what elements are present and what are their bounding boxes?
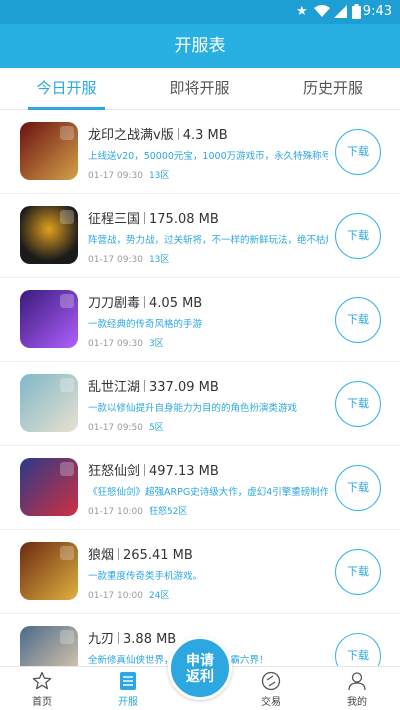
status-bar: ★ 9:43	[0, 0, 400, 24]
list-item[interactable]: 刀刀剧毒 4.05 MB 一款经典的传奇风格的手游 01-17 09:30 3区 下…	[0, 278, 400, 362]
game-description: 一款经典的传奇风格的手游	[88, 319, 203, 330]
game-icon	[20, 458, 78, 516]
nav-trade[interactable]: 交易	[241, 667, 301, 710]
tab-label: 即将开服	[169, 79, 230, 97]
battery-icon	[352, 4, 361, 19]
nav-home[interactable]: 首页	[12, 667, 72, 710]
nav-open-server[interactable]: 开服	[98, 667, 158, 710]
wifi-icon	[314, 5, 330, 17]
open-info: 01-17 09:30 3区	[88, 339, 164, 349]
status-time: 9:43	[362, 4, 392, 19]
nav-label: 开服	[118, 697, 138, 708]
nav-label: 我的	[347, 697, 367, 708]
game-list[interactable]: 龙印之战满v版 4.3 MB 上线送v20，50000元宝，1000万游戏币，永久…	[0, 110, 400, 666]
download-button[interactable]: 下载	[335, 129, 381, 175]
game-title: 征程三国 175.08 MB	[88, 212, 219, 227]
open-info: 01-17 09:30 13区	[88, 255, 170, 265]
game-description: 阵营战，势力战，过关斩将，不一样的新鲜玩法，绝不枯燥	[88, 235, 328, 246]
game-description: 一款以修仙提升自身能力为目的的角色扮演类游戏	[88, 403, 298, 414]
signal-icon	[334, 5, 347, 18]
game-title: 乱世江湖 337.09 MB	[88, 380, 219, 395]
star-outline-icon	[32, 671, 52, 690]
game-icon	[20, 374, 78, 432]
download-button[interactable]: 下载	[335, 633, 381, 666]
open-info: 01-17 10:00 24区	[88, 591, 170, 601]
nav-profile[interactable]: 我的	[327, 667, 387, 710]
tab-today[interactable]: 今日开服	[0, 68, 133, 110]
nav-label: 首页	[32, 697, 52, 708]
game-icon	[20, 626, 78, 666]
open-info: 01-17 09:50 5区	[88, 423, 164, 433]
tab-label: 今日开服	[36, 79, 97, 97]
game-title: 九刃 3.88 MB	[88, 632, 177, 647]
list-item[interactable]: 征程三国 175.08 MB 阵营战，势力战，过关斩将，不一样的新鲜玩法，绝不枯燥…	[0, 194, 400, 278]
game-title: 刀刀剧毒 4.05 MB	[88, 296, 203, 311]
game-description: 《狂怒仙剑》超强ARPG史诗级大作，虚幻4引擎重磅制作。	[88, 487, 328, 498]
download-button[interactable]: 下载	[335, 549, 381, 595]
user-icon	[348, 672, 366, 691]
game-icon	[20, 542, 78, 600]
list-icon	[120, 672, 136, 690]
tab-upcoming[interactable]: 即将开服	[133, 68, 266, 110]
apply-rebate-line1: 申请	[186, 653, 214, 669]
game-icon	[20, 290, 78, 348]
nav-label: 交易	[261, 697, 281, 708]
download-button[interactable]: 下载	[335, 213, 381, 259]
download-button[interactable]: 下载	[335, 381, 381, 427]
tab-history[interactable]: 历史开服	[266, 68, 400, 110]
game-title: 狼烟 265.41 MB	[88, 548, 193, 563]
tab-bar: 今日开服 即将开服 历史开服	[0, 68, 400, 110]
list-item[interactable]: 龙印之战满v版 4.3 MB 上线送v20，50000元宝，1000万游戏币，永久…	[0, 110, 400, 194]
apply-rebate-line2: 返利	[186, 669, 214, 685]
star-icon: ★	[296, 4, 308, 19]
page-title: 开服表	[174, 36, 226, 56]
app-header: 开服表	[0, 24, 400, 68]
apply-rebate-button[interactable]: 申请 返利	[168, 636, 232, 700]
game-title: 狂怒仙剑 497.13 MB	[88, 464, 219, 479]
download-button[interactable]: 下载	[335, 465, 381, 511]
open-info: 01-17 09:30 13区	[88, 171, 170, 181]
game-description: 上线送v20，50000元宝，1000万游戏币，永久特殊称号！	[88, 151, 328, 162]
game-icon	[20, 206, 78, 264]
tab-label: 历史开服	[302, 79, 363, 97]
download-button[interactable]: 下载	[335, 297, 381, 343]
list-item[interactable]: 狼烟 265.41 MB 一款重度传奇类手机游戏。 01-17 10:00 24区 …	[0, 530, 400, 614]
list-item[interactable]: 狂怒仙剑 497.13 MB 《狂怒仙剑》超强ARPG史诗级大作，虚幻4引擎重磅制…	[0, 446, 400, 530]
game-description: 一款重度传奇类手机游戏。	[88, 571, 203, 582]
open-info: 01-17 10:00 狂怒52区	[88, 507, 188, 517]
game-title: 龙印之战满v版 4.3 MB	[88, 128, 228, 143]
game-icon	[20, 122, 78, 180]
trade-icon	[261, 671, 281, 691]
list-item[interactable]: 乱世江湖 337.09 MB 一款以修仙提升自身能力为目的的角色扮演类游戏 01-…	[0, 362, 400, 446]
